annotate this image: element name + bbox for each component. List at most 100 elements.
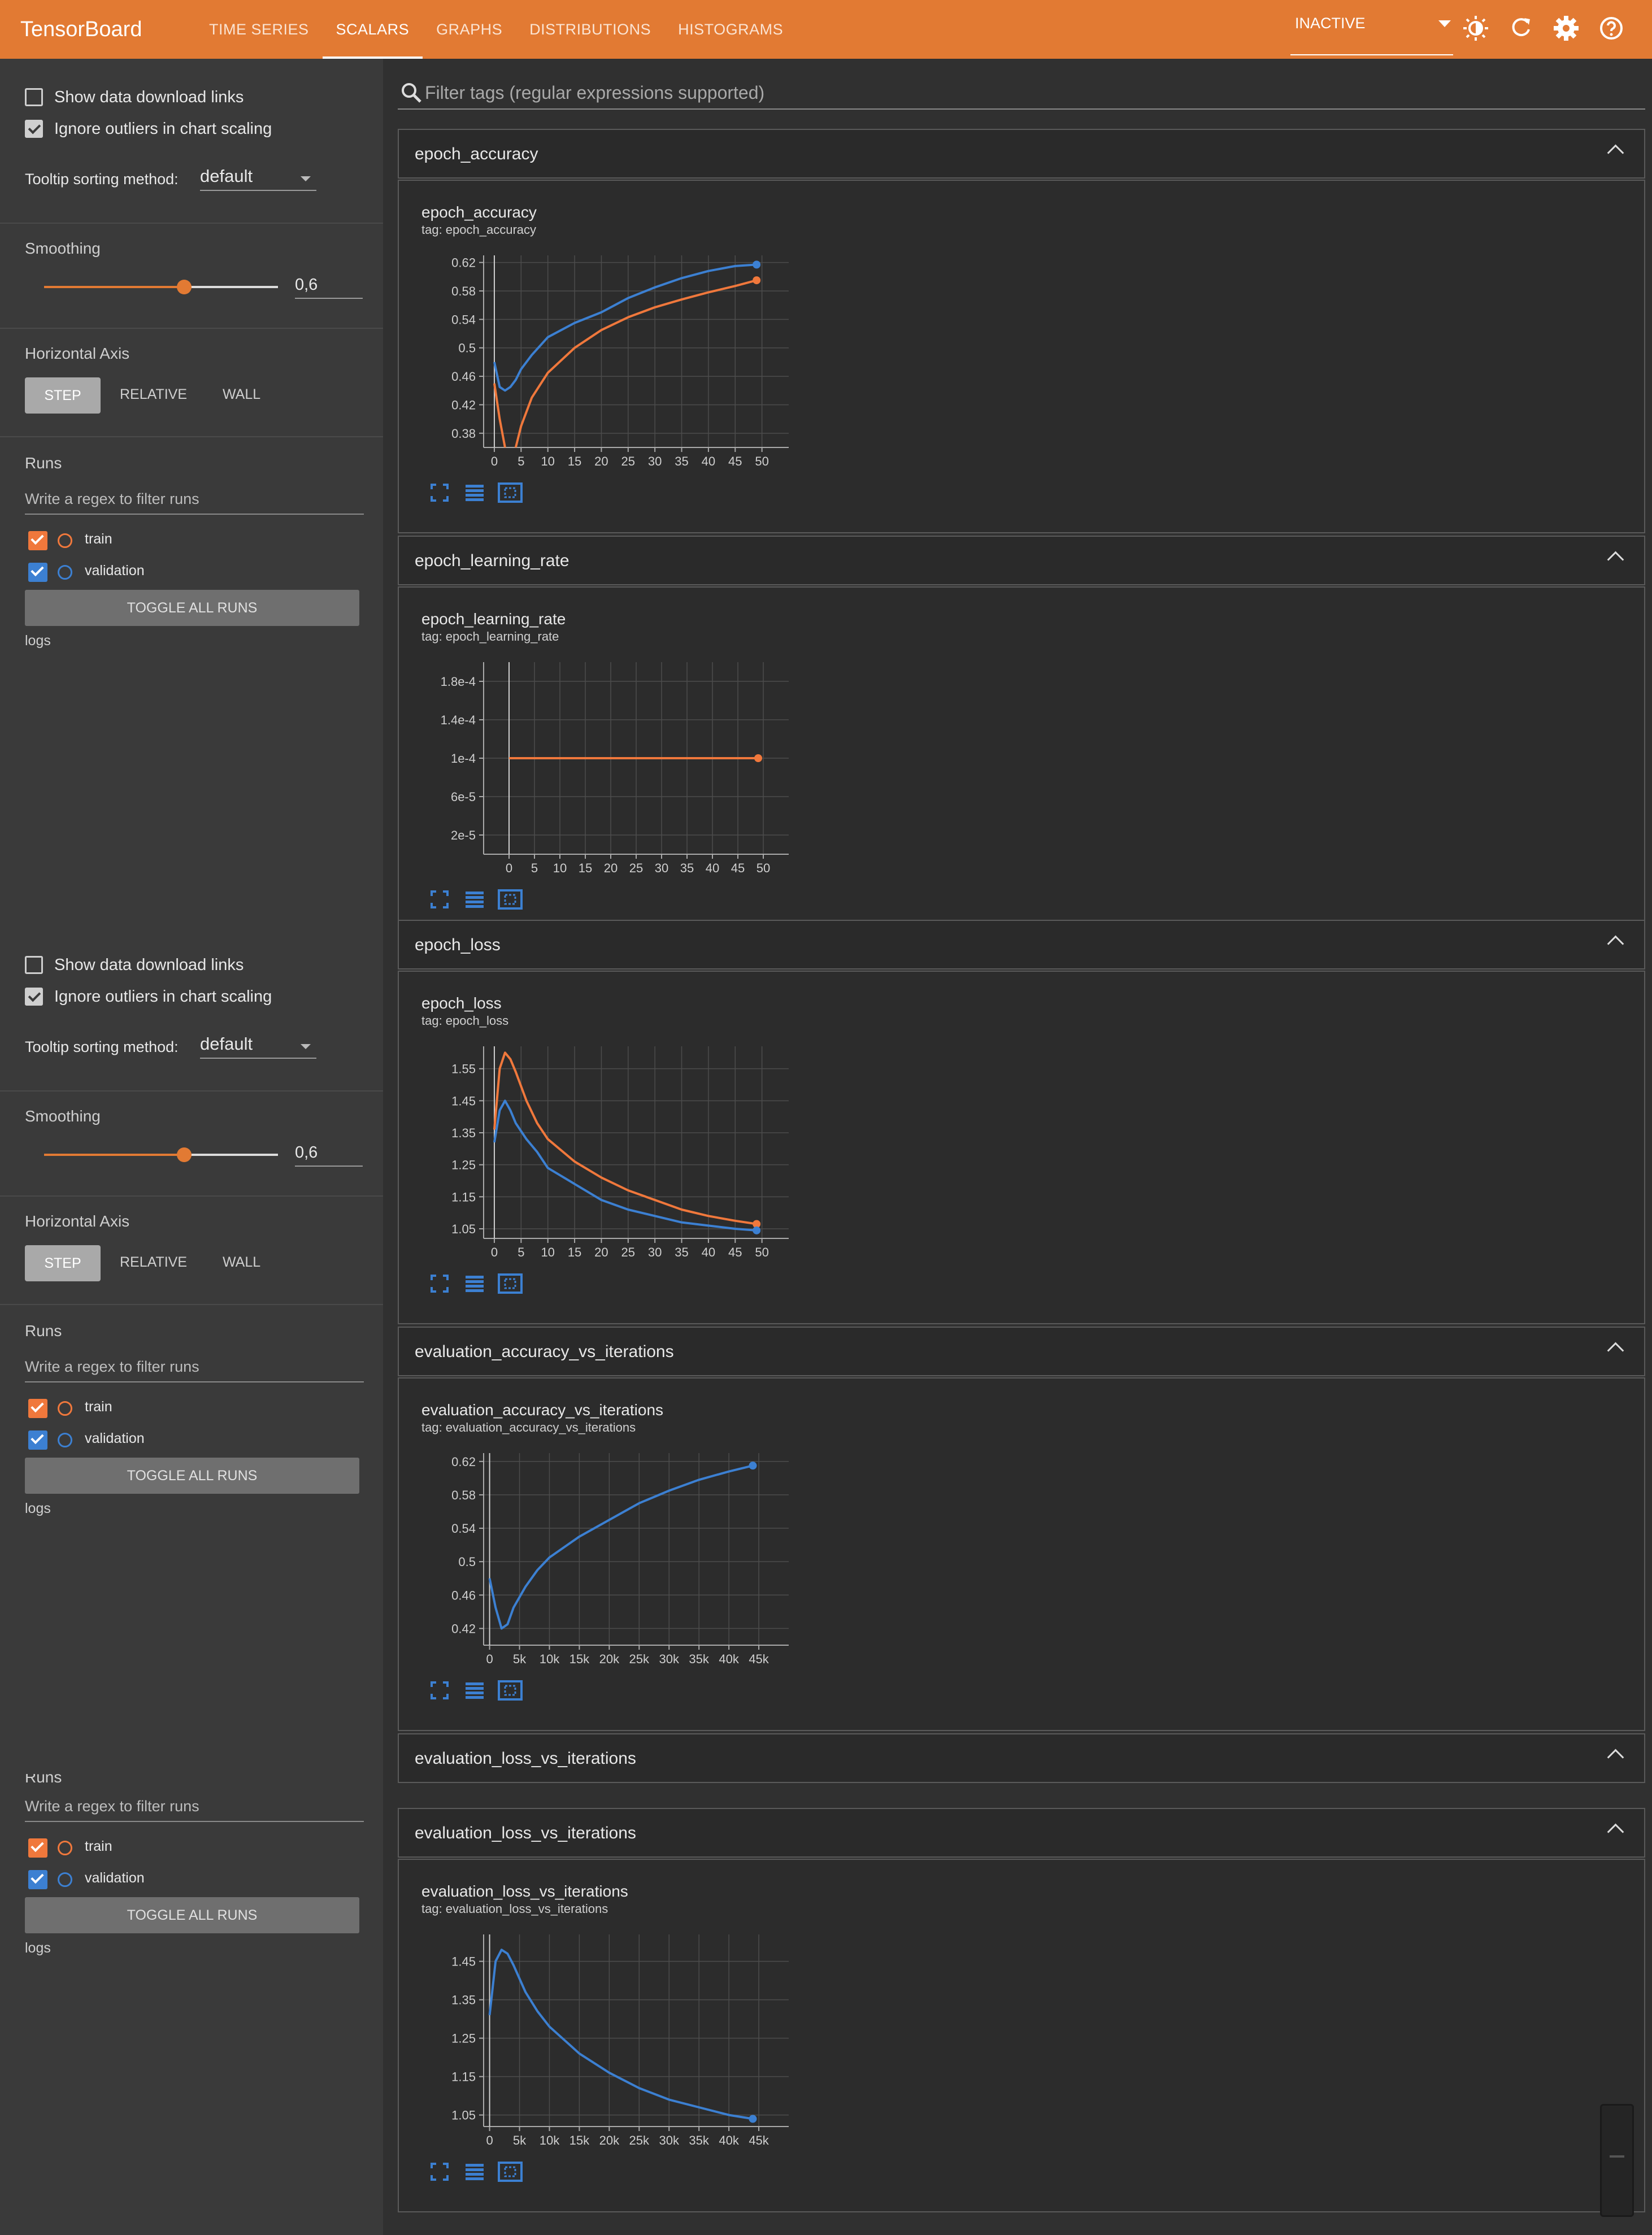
axis-step-button[interactable]: STEP xyxy=(25,1245,101,1281)
app-title: TensorBoard xyxy=(20,17,142,41)
series-line-validation xyxy=(493,1099,757,1232)
run-validation-checkbox[interactable] xyxy=(28,1430,47,1450)
axis-wall-button[interactable]: WALL xyxy=(223,386,260,403)
tag-filter-input[interactable]: Filter tags (regular expressions support… xyxy=(398,77,1645,110)
refresh-icon[interactable] xyxy=(1505,12,1537,44)
run-validation-color-icon[interactable] xyxy=(58,1872,72,1887)
smoothing-slider-handle[interactable] xyxy=(177,280,192,294)
fit-domain-icon[interactable] xyxy=(497,888,523,911)
x-tick-label: 10 xyxy=(553,861,567,875)
card-header-evaluation-loss[interactable]: evaluation_loss_vs_iterations xyxy=(398,1808,1645,1858)
tab-scalars[interactable]: SCALARS xyxy=(322,0,423,59)
ignore-outliers-checkbox[interactable] xyxy=(25,120,43,138)
horizontal-axis-label: Horizontal Axis xyxy=(25,1212,130,1230)
card-header-epoch-learning-rate[interactable]: epoch_learning_rate xyxy=(398,536,1645,585)
x-tick-label: 20 xyxy=(604,861,618,875)
y-tick-label: 2e-5 xyxy=(451,828,476,842)
x-tick-label: 0 xyxy=(486,1652,493,1666)
chevron-up-icon[interactable] xyxy=(1607,551,1624,568)
chart-epoch-learning-rate[interactable]: 0 5 10 15 20 25 30 35 40 45 50 1.8e-4 1.4e-4 1e-4 6e-5… xyxy=(416,651,800,882)
fullscreen-icon[interactable] xyxy=(428,1679,451,1702)
axis-step-button[interactable]: STEP xyxy=(25,377,101,414)
ignore-outliers-label: Ignore outliers in chart scaling xyxy=(54,988,272,1006)
x-tick-label: 35k xyxy=(689,2133,709,2147)
fit-domain-icon[interactable] xyxy=(497,481,523,504)
tab-time-series[interactable]: TIME SERIES xyxy=(195,0,323,59)
fit-domain-icon[interactable] xyxy=(497,2160,523,2183)
fullscreen-icon[interactable] xyxy=(428,888,451,911)
theme-toggle-icon[interactable] xyxy=(1460,12,1492,44)
tab-distributions[interactable]: DISTRIBUTIONS xyxy=(516,0,664,59)
chart-title: evaluation_loss_vs_iterations xyxy=(421,1882,628,1900)
card-header-epoch-loss[interactable]: epoch_loss xyxy=(398,920,1645,969)
toggle-all-runs-button[interactable]: TOGGLE ALL RUNS xyxy=(25,1897,359,1933)
card-header-epoch-accuracy[interactable]: epoch_accuracy xyxy=(398,129,1645,179)
run-train-checkbox[interactable] xyxy=(28,1399,47,1418)
run-validation-color-icon[interactable] xyxy=(58,1433,72,1447)
fit-domain-icon[interactable] xyxy=(497,1272,523,1295)
run-validation-label: validation xyxy=(85,1870,145,1886)
run-train-checkbox[interactable] xyxy=(28,531,47,550)
sidebar: Show data download links Ignore outliers… xyxy=(0,59,383,927)
x-tick-label: 45k xyxy=(749,2133,769,2147)
chevron-up-icon[interactable] xyxy=(1607,144,1624,162)
fullscreen-icon[interactable] xyxy=(428,1272,451,1295)
x-tick-label: 0 xyxy=(491,454,498,468)
show-download-links-checkbox[interactable] xyxy=(25,88,43,106)
smoothing-value-input[interactable]: 0,6 xyxy=(295,276,363,299)
chart-tag: tag: evaluation_loss_vs_iterations xyxy=(421,1902,608,1916)
toggle-log-scale-icon[interactable] xyxy=(463,2160,486,2183)
fullscreen-icon[interactable] xyxy=(428,481,451,504)
toggle-log-scale-icon[interactable] xyxy=(463,481,486,504)
series-line-train xyxy=(493,1051,757,1225)
show-download-links-checkbox[interactable] xyxy=(25,956,43,974)
chevron-up-icon[interactable] xyxy=(1607,1342,1624,1359)
show-download-links-label: Show data download links xyxy=(54,956,244,974)
help-icon[interactable] xyxy=(1596,12,1627,44)
chart-tag: tag: epoch_accuracy xyxy=(421,223,537,237)
settings-gear-icon[interactable] xyxy=(1550,12,1582,44)
chevron-up-icon[interactable] xyxy=(1607,1823,1624,1841)
series-end-point-train xyxy=(753,276,761,285)
x-tick-label: 20k xyxy=(599,2133,620,2147)
smoothing-value-input[interactable]: 0,6 xyxy=(295,1143,363,1167)
tooltip-sorting-select[interactable]: default xyxy=(200,1034,316,1059)
toggle-all-runs-button[interactable]: TOGGLE ALL RUNS xyxy=(25,590,359,626)
toggle-log-scale-icon[interactable] xyxy=(463,888,486,911)
chart-epoch-accuracy[interactable]: 0 5 10 15 20 25 30 35 40 45 50 0.62 0.58 0.54 0.5 0.46 0… xyxy=(416,244,800,476)
chart-evaluation-loss[interactable]: 0 5k 10k 15k 20k 25k 30k 35k 40k 45k 1.45 1.35 1.25 1… xyxy=(416,1923,800,2155)
y-tick-label: 1.05 xyxy=(451,2108,476,2123)
scroll-thumb[interactable] xyxy=(1600,2104,1634,2217)
run-validation-checkbox[interactable] xyxy=(28,1870,47,1889)
tooltip-sorting-select[interactable]: default xyxy=(200,166,316,191)
logs-label: logs xyxy=(25,1940,51,1956)
axis-relative-button[interactable]: RELATIVE xyxy=(120,1254,187,1271)
axis-wall-button[interactable]: WALL xyxy=(223,1254,260,1271)
smoothing-slider-handle[interactable] xyxy=(177,1147,192,1162)
tab-histograms[interactable]: HISTOGRAMS xyxy=(664,0,797,59)
toggle-all-runs-button[interactable]: TOGGLE ALL RUNS xyxy=(25,1458,359,1494)
runs-filter-input[interactable]: Write a regex to filter runs xyxy=(25,1798,364,1822)
run-train-color-icon[interactable] xyxy=(58,1401,72,1416)
tab-graphs[interactable]: GRAPHS xyxy=(423,0,516,59)
runs-filter-input[interactable]: Write a regex to filter runs xyxy=(25,1358,364,1382)
card-header-evaluation-loss-collapsed[interactable]: evaluation_loss_vs_iterations xyxy=(398,1733,1645,1783)
ignore-outliers-checkbox[interactable] xyxy=(25,988,43,1006)
fullscreen-icon[interactable] xyxy=(428,2160,451,2183)
plugin-select[interactable]: INACTIVE xyxy=(1290,0,1453,59)
run-validation-checkbox[interactable] xyxy=(28,563,47,582)
run-validation-color-icon[interactable] xyxy=(58,565,72,580)
toggle-log-scale-icon[interactable] xyxy=(463,1679,486,1702)
run-train-color-icon[interactable] xyxy=(58,533,72,548)
chevron-up-icon[interactable] xyxy=(1607,935,1624,953)
axis-relative-button[interactable]: RELATIVE xyxy=(120,386,187,403)
run-train-color-icon[interactable] xyxy=(58,1841,72,1855)
chart-epoch-loss[interactable]: 0 5 10 15 20 25 30 35 40 45 50 1.55 1.45 1.35 1.25 1.15… xyxy=(416,1035,800,1267)
chevron-up-icon[interactable] xyxy=(1607,1749,1624,1766)
card-header-evaluation-accuracy[interactable]: evaluation_accuracy_vs_iterations xyxy=(398,1327,1645,1376)
run-train-checkbox[interactable] xyxy=(28,1838,47,1858)
chart-evaluation-accuracy[interactable]: 0 5k 10k 15k 20k 25k 30k 35k 40k 45k 0.62 0.58 0.54 0… xyxy=(416,1442,800,1673)
toggle-log-scale-icon[interactable] xyxy=(463,1272,486,1295)
fit-domain-icon[interactable] xyxy=(497,1679,523,1702)
runs-filter-input[interactable]: Write a regex to filter runs xyxy=(25,490,364,515)
